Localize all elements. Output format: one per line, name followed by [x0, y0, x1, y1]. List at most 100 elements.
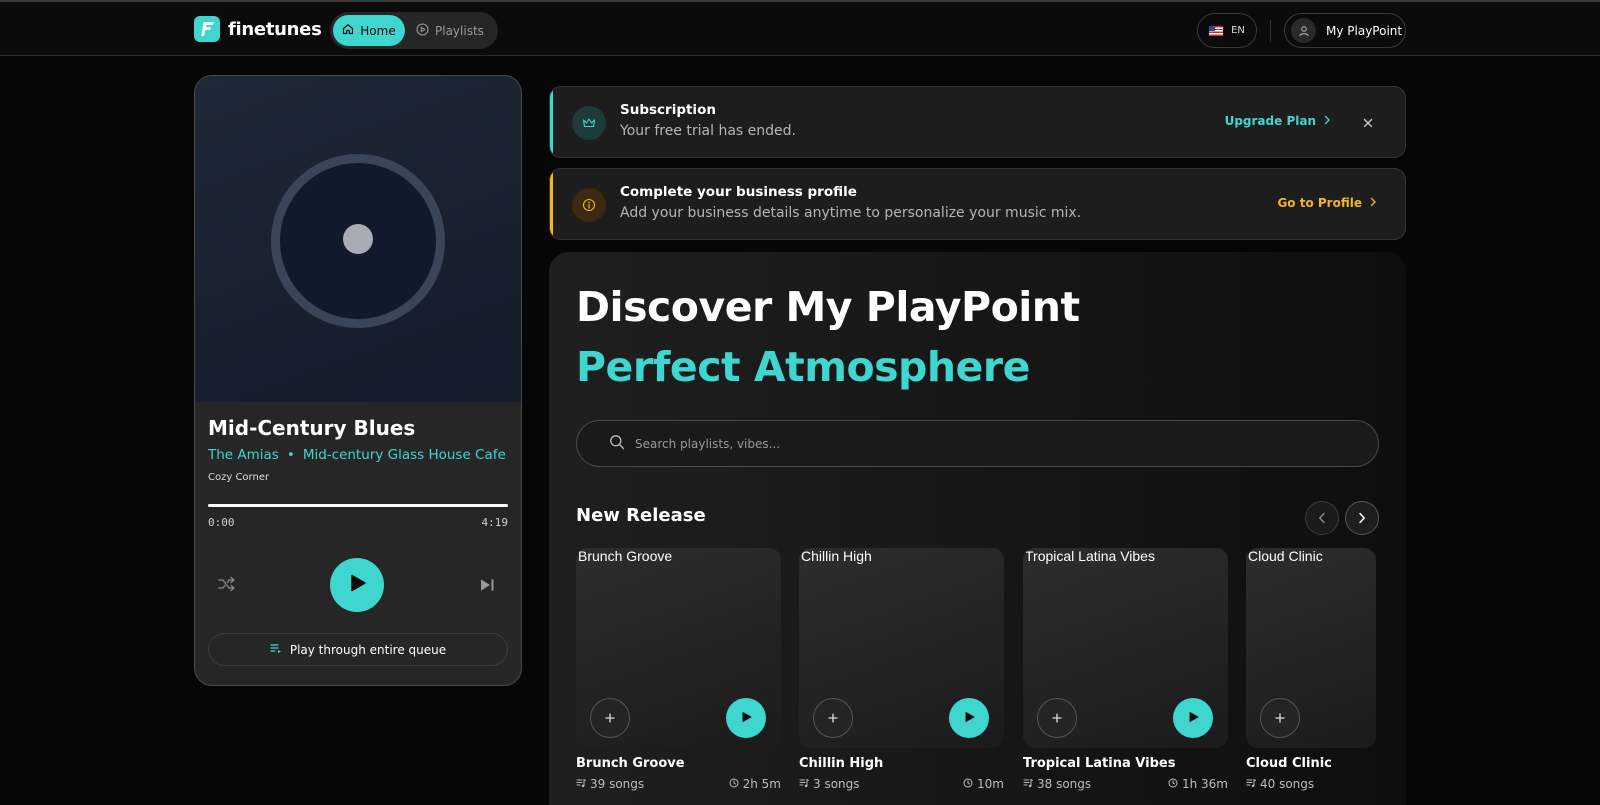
playlist-card[interactable]: Cloud Clinic Cloud Clinic 40 songs [1246, 548, 1376, 791]
play-queue-button[interactable]: Play through entire queue [208, 633, 508, 666]
playlist-meta: 40 songs [1246, 777, 1376, 791]
skip-next-button[interactable] [475, 574, 499, 598]
nav-home-label: Home [360, 23, 396, 38]
play-playlist-button[interactable] [1173, 698, 1213, 738]
add-to-queue-button[interactable] [1037, 698, 1077, 738]
play-button[interactable] [330, 558, 384, 612]
progress-fill [208, 504, 508, 507]
skip-next-icon [479, 577, 495, 596]
add-to-queue-button[interactable] [590, 698, 630, 738]
playlist-cover: Cloud Clinic [1246, 548, 1376, 748]
shuffle-icon [218, 576, 236, 596]
search-input[interactable] [635, 436, 1235, 451]
playlist-meta: 39 songs 2h 5m [576, 777, 781, 791]
playlist-cover: Brunch Groove [576, 548, 781, 748]
playlist-title: Chillin High [799, 756, 884, 771]
nav-home-tab[interactable]: Home [333, 15, 405, 46]
chevron-right-icon [1324, 114, 1331, 128]
now-playing-card: Mid-Century Blues The Amias • Mid-centur… [194, 75, 522, 686]
play-icon [346, 572, 368, 598]
language-selector[interactable]: EN [1197, 13, 1257, 48]
crown-icon [572, 106, 606, 140]
banner-title: Complete your business profile [620, 184, 857, 200]
subtitle-separator: • [286, 447, 295, 463]
playlist-card[interactable]: Tropical Latina Vibes Tropical Latina Vi… [1023, 548, 1228, 791]
close-icon [1363, 113, 1373, 132]
brand-logo[interactable]: finetunes [194, 16, 322, 42]
playlist-card[interactable]: Brunch Groove Brunch Groove 39 songs 2h … [576, 548, 781, 791]
track-title: Mid-Century Blues [208, 416, 416, 440]
music-list-icon [1023, 777, 1033, 791]
music-list-icon [799, 777, 809, 791]
song-count-label: 38 songs [1037, 777, 1092, 791]
cover-alt-text: Chillin High [801, 548, 872, 564]
playlist-title: Brunch Groove [576, 756, 685, 771]
top-bar: finetunes Home Playlists EN My PlayPoint [0, 0, 1600, 56]
finetunes-logo-icon [194, 16, 220, 42]
song-count: 38 songs [1023, 777, 1091, 791]
time-current: 0:00 [208, 516, 235, 529]
shuffle-button[interactable] [215, 574, 239, 598]
close-banner-button[interactable] [1359, 113, 1377, 131]
carousel-next-button[interactable] [1345, 501, 1379, 535]
track-album[interactable]: Mid-century Glass House Cafe [303, 447, 506, 463]
subscription-banner: Subscription Your free trial has ended. … [549, 86, 1406, 158]
song-count: 40 songs [1246, 777, 1314, 791]
playlist-card[interactable]: Chillin High Chillin High 3 songs 10m [799, 548, 1004, 791]
chevron-left-icon [1318, 509, 1326, 528]
carousel-prev-button[interactable] [1305, 501, 1339, 535]
play-icon [739, 709, 753, 728]
play-playlist-button[interactable] [949, 698, 989, 738]
banner-accent-bar [550, 87, 553, 157]
user-icon [1291, 18, 1316, 43]
music-list-icon [576, 777, 586, 791]
music-list-icon [1246, 777, 1256, 791]
brand-name: finetunes [228, 18, 322, 40]
search-bar[interactable] [576, 420, 1379, 467]
chevron-right-icon [1358, 509, 1366, 528]
song-count-label: 40 songs [1260, 777, 1315, 791]
playlist-title: Tropical Latina Vibes [1023, 756, 1176, 771]
album-artwork [195, 76, 521, 402]
upgrade-plan-link[interactable]: Upgrade Plan [1225, 114, 1331, 128]
playlist-cover: Tropical Latina Vibes [1023, 548, 1228, 748]
chevron-right-icon [1370, 196, 1377, 210]
cover-alt-text: Brunch Groove [578, 548, 673, 564]
banner-accent-bar [550, 169, 553, 239]
song-count: 3 songs [799, 777, 860, 791]
us-flag-icon [1209, 25, 1224, 36]
duration: 1h 36m [1168, 777, 1228, 791]
go-to-profile-link[interactable]: Go to Profile [1277, 196, 1377, 210]
play-icon [1186, 709, 1200, 728]
play-playlist-button[interactable] [726, 698, 766, 738]
plus-icon [1274, 709, 1286, 728]
duration-label: 10m [977, 777, 1004, 791]
cover-alt-text: Tropical Latina Vibes [1025, 548, 1155, 564]
playlist-title: Cloud Clinic [1246, 756, 1332, 771]
duration-label: 2h 5m [742, 777, 781, 791]
progress-bar[interactable] [208, 504, 508, 507]
playlist-meta: 38 songs 1h 36m [1023, 777, 1228, 791]
track-artist[interactable]: The Amias [208, 447, 279, 463]
duration: 10m [963, 777, 1004, 791]
account-button[interactable]: My PlayPoint [1284, 13, 1406, 48]
queue-icon [270, 643, 282, 657]
clock-icon [1168, 777, 1178, 791]
search-icon [609, 434, 625, 454]
plus-icon [1051, 709, 1063, 728]
queue-label: Play through entire queue [289, 642, 447, 657]
song-count-label: 3 songs [813, 777, 860, 791]
nav-playlists-label: Playlists [435, 23, 484, 38]
track-subtitle: The Amias • Mid-century Glass House Cafe [208, 447, 506, 463]
account-label: My PlayPoint [1326, 23, 1403, 38]
nav-playlists-tab[interactable]: Playlists [416, 15, 484, 46]
song-count-label: 39 songs [590, 777, 645, 791]
song-count: 39 songs [576, 777, 644, 791]
plus-icon [827, 709, 839, 728]
zone-name: Cozy Corner [208, 472, 270, 483]
add-to-queue-button[interactable] [813, 698, 853, 738]
home-icon [342, 23, 354, 38]
add-to-queue-button[interactable] [1260, 698, 1300, 738]
language-code: EN [1231, 25, 1245, 36]
cover-alt-text: Cloud Clinic [1248, 548, 1323, 564]
